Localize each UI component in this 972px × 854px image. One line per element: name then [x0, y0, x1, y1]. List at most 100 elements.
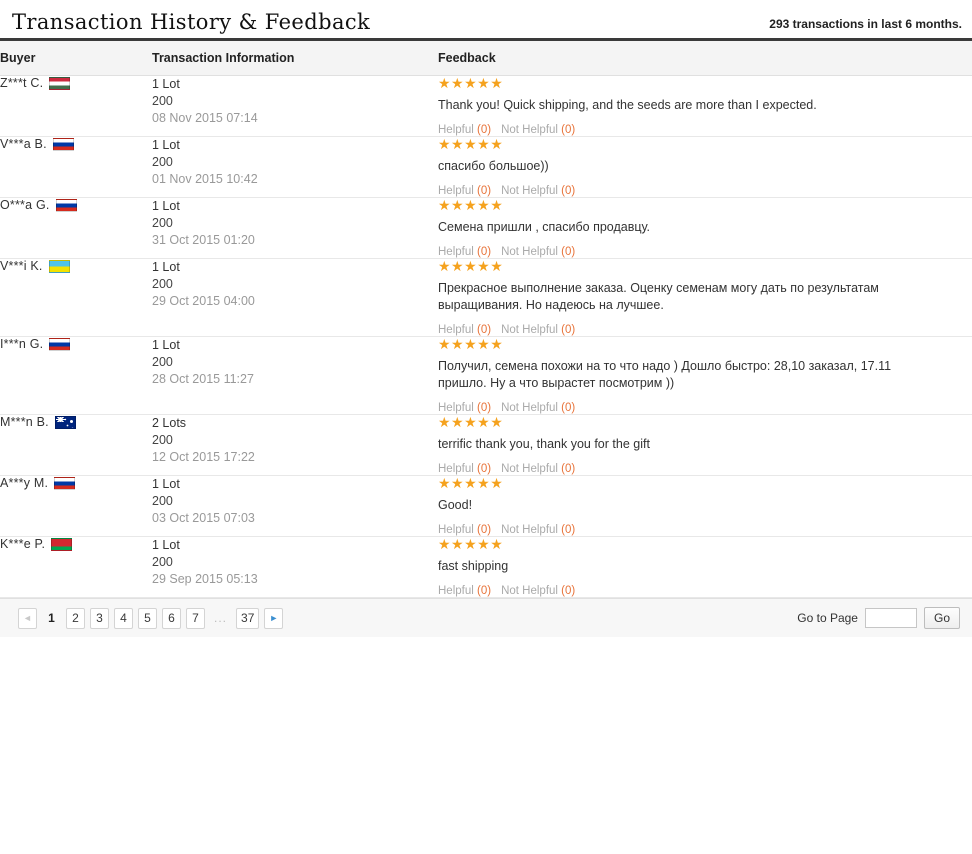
not-helpful-action[interactable]: Not Helpful (0)	[501, 524, 575, 536]
buyer-name[interactable]: Z***t C.	[0, 76, 43, 90]
helpful-action[interactable]: Helpful (0)	[438, 524, 491, 536]
buyer-cell: Z***t C.	[0, 75, 152, 137]
transaction-cell: 1 Lot 200 01 Nov 2015 10:42	[152, 136, 438, 198]
buyer-cell: A***y M.	[0, 475, 152, 537]
feedback-actions: Helpful (0) Not Helpful (0)	[438, 585, 972, 597]
transaction-quantity: 1 Lot	[152, 538, 180, 552]
not-helpful-label: Not Helpful	[501, 124, 558, 136]
helpful-count: (0)	[477, 324, 492, 336]
transaction-cell: 1 Lot 200 03 Oct 2015 07:03	[152, 475, 438, 537]
transaction-quantity: 1 Lot	[152, 199, 180, 213]
not-helpful-label: Not Helpful	[501, 524, 558, 536]
transaction-date: 29 Oct 2015 04:00	[152, 294, 255, 308]
not-helpful-count: (0)	[561, 402, 576, 414]
column-header-buyer: Buyer	[0, 38, 152, 76]
buyer-name[interactable]: M***n B.	[0, 415, 49, 429]
transaction-cell: 1 Lot 200 28 Oct 2015 11:27	[152, 336, 438, 415]
table-row: A***y M. 1 Lot 200 03 Oct 2015 07:03 ★★★★★ Go…	[0, 475, 972, 537]
buyer-name[interactable]: O***a G.	[0, 198, 50, 212]
prev-page-arrow-icon[interactable]: ◄	[18, 607, 37, 629]
rating-stars-icon: ★★★★★	[438, 75, 504, 91]
feedback-actions: Helpful (0) Not Helpful (0)	[438, 185, 972, 197]
next-page-arrow-icon[interactable]: ►	[264, 607, 284, 629]
page-button-7[interactable]: 7	[186, 607, 205, 629]
page-header: Transaction History & Feedback 293 trans…	[0, 0, 972, 38]
helpful-action[interactable]: Helpful (0)	[438, 402, 491, 414]
table-header-row: Buyer Transaction Information Feedback	[0, 38, 972, 76]
transaction-date: 31 Oct 2015 01:20	[152, 233, 255, 247]
buyer-info: O***a G.	[0, 198, 152, 212]
helpful-action[interactable]: Helpful (0)	[438, 463, 491, 475]
rating-stars-icon: ★★★★★	[438, 258, 504, 274]
not-helpful-action[interactable]: Not Helpful (0)	[501, 246, 575, 258]
goto-page-input[interactable]	[864, 608, 917, 628]
pagination: ◄ 1 2 3 4 5 6 7... 37 ►	[18, 607, 284, 629]
transaction-date: 01 Nov 2015 10:42	[152, 172, 258, 186]
buyer-name[interactable]: V***i K.	[0, 259, 43, 273]
goto-page-group: Go to Page Go	[797, 607, 960, 629]
not-helpful-count: (0)	[561, 124, 576, 136]
not-helpful-count: (0)	[561, 324, 576, 336]
transaction-amount: 200	[152, 433, 173, 447]
page-button-last[interactable]: 37	[236, 607, 260, 629]
feedback-actions: Helpful (0) Not Helpful (0)	[438, 246, 972, 258]
transaction-quantity: 1 Lot	[152, 338, 180, 352]
not-helpful-label: Not Helpful	[501, 324, 558, 336]
feedback-text: Получил, семена похожи на то что надо ) …	[438, 359, 892, 390]
transaction-amount: 200	[152, 155, 173, 169]
transaction-quantity: 1 Lot	[152, 138, 180, 152]
helpful-action[interactable]: Helpful (0)	[438, 124, 491, 136]
not-helpful-action[interactable]: Not Helpful (0)	[501, 402, 575, 414]
not-helpful-label: Not Helpful	[501, 463, 558, 475]
buyer-name[interactable]: K***e P.	[0, 537, 45, 551]
transaction-amount: 200	[152, 94, 173, 108]
feedback-cell: ★★★★★ terrific thank you, thank you for t…	[438, 414, 972, 476]
helpful-label: Helpful	[438, 463, 474, 475]
transaction-quantity: 1 Lot	[152, 477, 180, 491]
buyer-name[interactable]: V***a B.	[0, 137, 47, 151]
helpful-label: Helpful	[438, 246, 474, 258]
transaction-amount: 200	[152, 494, 173, 508]
buyer-name[interactable]: A***y M.	[0, 476, 48, 490]
not-helpful-action[interactable]: Not Helpful (0)	[501, 324, 575, 336]
helpful-action[interactable]: Helpful (0)	[438, 185, 491, 197]
helpful-action[interactable]: Helpful (0)	[438, 246, 491, 258]
page-button-1[interactable]: 1	[42, 608, 61, 629]
page-button-3[interactable]: 3	[90, 607, 109, 629]
transaction-cell: 2 Lots 200 12 Oct 2015 17:22	[152, 414, 438, 476]
feedback-cell: ★★★★★ Прекрасное выполнение заказа. Оценк…	[438, 258, 972, 337]
page-button-4[interactable]: 4	[114, 607, 133, 629]
table-body: Z***t C. 1 Lot 200 08 Nov 2015 07:14 ★★★★★ Th…	[0, 75, 972, 598]
page-button-5[interactable]: 5	[138, 607, 157, 629]
page-button-6[interactable]: 6	[162, 607, 181, 629]
rating-stars-icon: ★★★★★	[438, 475, 504, 491]
table-row: M***n B. 2 Lots 200 12 Oct 2015 17:22 ★★★★★ t…	[0, 414, 972, 476]
not-helpful-count: (0)	[561, 524, 576, 536]
feedback-text: Good!	[438, 498, 473, 512]
helpful-action[interactable]: Helpful (0)	[438, 324, 491, 336]
helpful-action[interactable]: Helpful (0)	[438, 585, 491, 597]
transaction-amount: 200	[152, 355, 173, 369]
transaction-quantity: 1 Lot	[152, 260, 180, 274]
feedback-text: спасибо большое))	[438, 159, 549, 173]
helpful-label: Helpful	[438, 585, 474, 597]
page-button-2[interactable]: 2	[66, 607, 85, 629]
transaction-date: 12 Oct 2015 17:22	[152, 450, 255, 464]
not-helpful-label: Not Helpful	[501, 585, 558, 597]
rating-stars-icon: ★★★★★	[438, 536, 504, 552]
not-helpful-action[interactable]: Not Helpful (0)	[501, 185, 575, 197]
transaction-date: 03 Oct 2015 07:03	[152, 511, 255, 525]
buyer-cell: V***i K.	[0, 258, 152, 337]
helpful-count: (0)	[477, 124, 492, 136]
feedback-cell: ★★★★★ Семена пришли , спасибо продавцу. He…	[438, 197, 972, 259]
buyer-cell: O***a G.	[0, 197, 152, 259]
country-flag-icon	[51, 537, 73, 551]
not-helpful-action[interactable]: Not Helpful (0)	[501, 124, 575, 136]
buyer-name[interactable]: I***n G.	[0, 337, 43, 351]
buyer-cell: K***e P.	[0, 536, 152, 598]
table-row: V***i K. 1 Lot 200 29 Oct 2015 04:00 ★★★★★ Пр…	[0, 258, 972, 337]
not-helpful-action[interactable]: Not Helpful (0)	[501, 585, 575, 597]
not-helpful-action[interactable]: Not Helpful (0)	[501, 463, 575, 475]
transaction-amount: 200	[152, 216, 173, 230]
go-button[interactable]: Go	[923, 607, 960, 629]
